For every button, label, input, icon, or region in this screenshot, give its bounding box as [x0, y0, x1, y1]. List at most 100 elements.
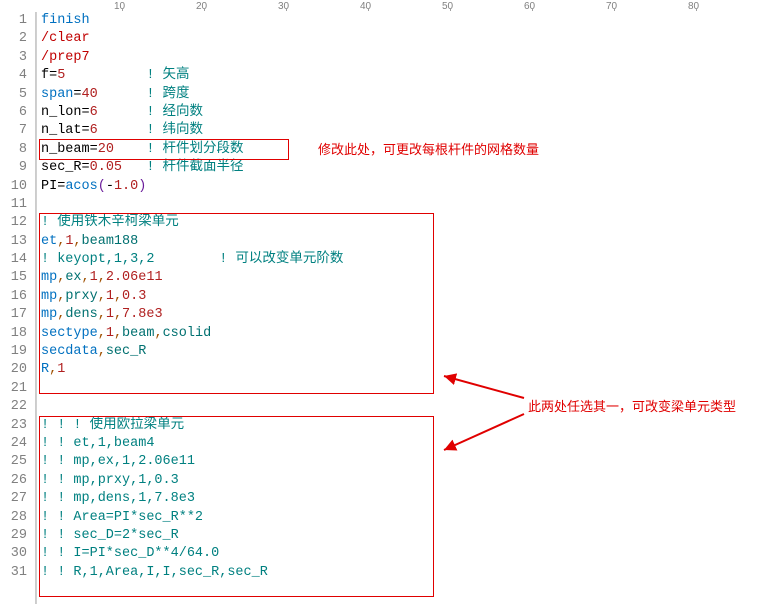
code-line[interactable]: ! 使用铁木辛柯梁单元	[41, 214, 760, 232]
token: ,	[82, 270, 90, 285]
code-line[interactable]: n_lat=6 ! 纬向数	[41, 122, 760, 140]
line-number: 17	[0, 306, 27, 324]
code-line[interactable]: ! ! mp,prxy,1,0.3	[41, 472, 760, 490]
arrow-to-box3	[434, 410, 529, 456]
line-number: 13	[0, 233, 27, 251]
code-line[interactable]: mp,prxy,1,0.3	[41, 288, 760, 306]
line-number: 2	[0, 30, 27, 48]
line-number: 11	[0, 196, 27, 214]
code-lines[interactable]: finish/clear/prep7f=5 ! 矢高span=40 ! 跨度n_…	[36, 12, 760, 604]
annotation-mesh-count: 修改此处，可更改每根杆件的网格数量	[318, 141, 539, 159]
code-line[interactable]: ! ! et,1,beam4	[41, 435, 760, 453]
line-number: 24	[0, 435, 27, 453]
line-number: 1	[0, 12, 27, 30]
line-number: 10	[0, 178, 27, 196]
code-line[interactable]: n_lon=6 ! 经向数	[41, 104, 760, 122]
ruler-label: 20	[196, 0, 207, 16]
token: PI	[41, 179, 57, 194]
code-line[interactable]: secdata,sec_R	[41, 343, 760, 361]
code-line[interactable]: sectype,1,beam,csolid	[41, 325, 760, 343]
token: ! 跨度	[146, 87, 189, 102]
token: (	[98, 179, 106, 194]
code-line[interactable]: mp,dens,1,7.8e3	[41, 306, 760, 324]
code-line[interactable]: et,1,beam188	[41, 233, 760, 251]
token: mp	[41, 289, 57, 304]
token: 0.3	[122, 289, 146, 304]
token	[98, 123, 147, 138]
code-line[interactable]: R,1	[41, 361, 760, 379]
code-line[interactable]: /clear	[41, 30, 760, 48]
token: et	[41, 234, 57, 249]
code-line[interactable]: ! ! Area=PI*sec_R**2	[41, 509, 760, 527]
code-line[interactable]: ! ! R,1,Area,I,I,sec_R,sec_R	[41, 564, 760, 582]
token: beam188	[82, 234, 139, 249]
token: 6	[90, 123, 98, 138]
token: ,	[114, 289, 122, 304]
token: dens	[65, 307, 97, 322]
token	[65, 68, 146, 83]
code-line[interactable]: /prep7	[41, 49, 760, 67]
ruler-label: 70	[606, 0, 617, 16]
line-number: 8	[0, 141, 27, 159]
token: span	[41, 87, 73, 102]
code-line[interactable]	[41, 380, 760, 398]
column-ruler: 1020304050607080	[0, 0, 760, 12]
code-line[interactable]: f=5 ! 矢高	[41, 67, 760, 85]
token: ! ! Area=PI*sec_R**2	[41, 510, 203, 525]
token: R	[41, 362, 49, 377]
token: sectype	[41, 326, 98, 341]
token: -	[106, 179, 114, 194]
line-number: 30	[0, 545, 27, 563]
line-number: 6	[0, 104, 27, 122]
code-line[interactable]: ! ! mp,dens,1,7.8e3	[41, 490, 760, 508]
token: ,	[98, 270, 106, 285]
token: acos	[65, 179, 97, 194]
token: 6	[90, 105, 98, 120]
line-number: 31	[0, 564, 27, 582]
annotation-beam-type: 此两处任选其一，可改变梁单元类型	[528, 398, 736, 416]
ruler-label: 60	[524, 0, 535, 16]
ruler-label: 50	[442, 0, 453, 16]
token: =	[82, 123, 90, 138]
token: ,	[114, 307, 122, 322]
ruler-label: 40	[360, 0, 371, 16]
code-line[interactable]: sec_R=0.05 ! 杆件截面半径	[41, 159, 760, 177]
token: ! ! et,1,beam4	[41, 436, 154, 451]
ruler-label: 30	[278, 0, 289, 16]
code-line[interactable]: mp,ex,1,2.06e11	[41, 269, 760, 287]
token: ,	[98, 344, 106, 359]
code-line[interactable]: span=40 ! 跨度	[41, 86, 760, 104]
code-line[interactable]: ! ! ! 使用欧拉梁单元	[41, 417, 760, 435]
code-line[interactable]: ! ! mp,ex,1,2.06e11	[41, 453, 760, 471]
token: prxy	[65, 289, 97, 304]
token: ! 杆件截面半径	[146, 160, 243, 175]
token: 0.05	[90, 160, 122, 175]
code-line[interactable]	[41, 196, 760, 214]
token: ,	[49, 362, 57, 377]
token: ! ! I=PI*sec_D**4/64.0	[41, 546, 219, 561]
token: 1	[106, 289, 114, 304]
token: =	[82, 105, 90, 120]
token: ! ! ! 使用欧拉梁单元	[41, 418, 184, 433]
token: ,	[154, 326, 162, 341]
token: /prep7	[41, 50, 90, 65]
token: 1	[57, 362, 65, 377]
token: n_lat	[41, 123, 82, 138]
code-line[interactable]: finish	[41, 12, 760, 30]
code-line[interactable]: PI=acos(-1.0)	[41, 178, 760, 196]
code-line[interactable]: ! ! sec_D=2*sec_R	[41, 527, 760, 545]
line-number: 28	[0, 509, 27, 527]
token: sec_R	[106, 344, 147, 359]
token: ! ! mp,prxy,1,0.3	[41, 473, 179, 488]
token: beam	[122, 326, 154, 341]
token: 1	[106, 307, 114, 322]
token: =	[49, 68, 57, 83]
line-number: 9	[0, 159, 27, 177]
token	[98, 105, 147, 120]
code-line[interactable]: ! keyopt,1,3,2 ! 可以改变单元阶数	[41, 251, 760, 269]
line-number: 21	[0, 380, 27, 398]
token	[122, 160, 146, 175]
code-line[interactable]: ! ! I=PI*sec_D**4/64.0	[41, 545, 760, 563]
token: 40	[82, 87, 98, 102]
token: ! 使用铁木辛柯梁单元	[41, 215, 179, 230]
